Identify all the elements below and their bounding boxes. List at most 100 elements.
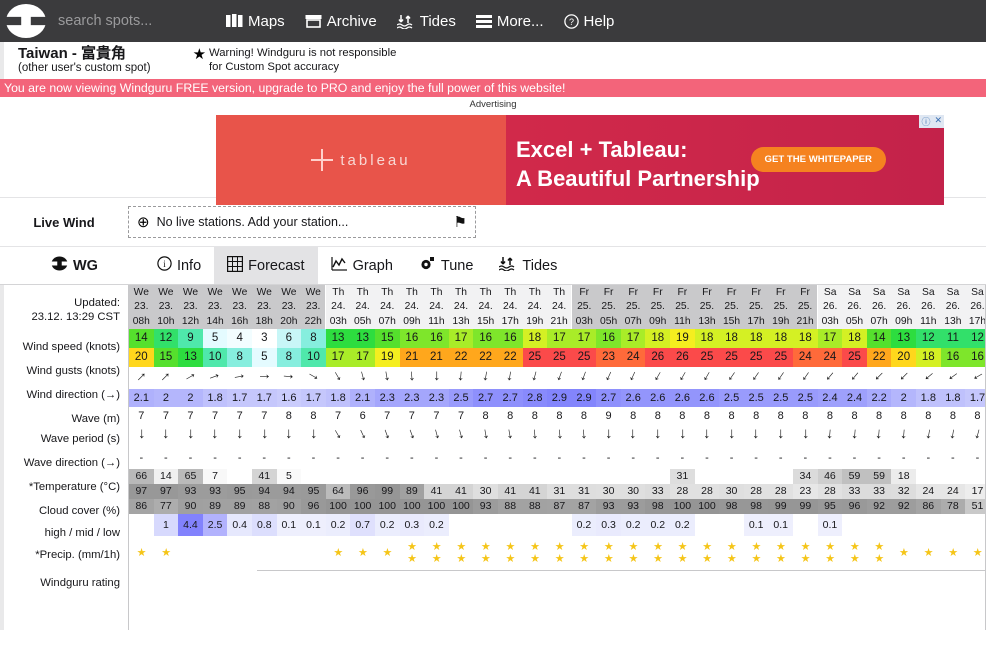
flag-icon[interactable]: ⚑ xyxy=(454,213,467,231)
cloud-low-cell: 100 xyxy=(399,499,425,514)
nav-item-tides[interactable]: Tides xyxy=(387,0,466,42)
wind-arrow-icon: ↑ xyxy=(304,369,323,384)
cloud-mid-cell: 28 xyxy=(768,484,794,499)
cloud-low-cell: 96 xyxy=(301,499,326,514)
tab-label-graph: Graph xyxy=(352,257,393,274)
tab-wg[interactable]: WG xyxy=(38,247,144,284)
temperature-cell: - xyxy=(508,452,513,464)
day-cell: We xyxy=(178,285,203,300)
wind-arrow-icon: ↑ xyxy=(899,425,909,444)
tab-tune[interactable]: Tune xyxy=(406,247,487,284)
cloud-low-cell: 88 xyxy=(522,499,548,514)
tab-label-tides: Tides xyxy=(522,257,558,274)
archive-icon xyxy=(305,14,322,28)
nav-item-help[interactable]: ? Help xyxy=(554,0,625,42)
forecast-grid[interactable]: We We We We We We We We Th Th Th Th Th Th Th Th Th Th Fr Fr… xyxy=(128,285,986,630)
wind-arrow-icon: ↑ xyxy=(355,425,370,444)
wave-cell: 2.1 xyxy=(129,389,154,407)
cloud-low-cell: 98 xyxy=(645,499,671,514)
tab-graph[interactable]: Graph xyxy=(318,247,406,284)
hour-cell: 20h xyxy=(276,314,302,329)
wave-direction-cell: ↑ xyxy=(670,425,695,447)
date-cell: 24. xyxy=(473,300,498,314)
wind-arrow-icon: ↑ xyxy=(432,368,441,385)
precip-cell: 0.2 xyxy=(424,514,449,536)
wind-arrow-icon: ↑ xyxy=(280,372,298,381)
wind-direction-cell: ↑ xyxy=(621,367,646,389)
nav-item-maps[interactable]: Maps xyxy=(216,0,295,42)
date-cell: 26. xyxy=(866,300,892,314)
ad-info-icon[interactable]: ⓘ xyxy=(919,115,932,128)
rating-cell: ★ xyxy=(916,536,941,570)
wave-direction-cell: ↑ xyxy=(154,425,179,447)
temperature-cell: - xyxy=(951,452,955,464)
wind-arrow-icon: ↑ xyxy=(137,426,146,443)
hour-cell: 05h xyxy=(350,314,375,329)
wind-arrow-icon: ↑ xyxy=(650,367,666,386)
day-cell: Th xyxy=(325,285,351,300)
wave-period-cell: 8 xyxy=(580,410,588,422)
wave-period-cell: 8 xyxy=(482,410,489,422)
nav-item-archive[interactable]: Archive xyxy=(295,0,387,42)
wind-gust-cell: 26 xyxy=(645,348,671,367)
wind-direction-cell: ↑ xyxy=(842,367,867,389)
tab-label-tune: Tune xyxy=(440,257,474,274)
wind-arrow-icon: ↑ xyxy=(772,367,789,386)
wind-direction-cell: ↑ xyxy=(326,367,351,389)
precip-cell: 4.4 xyxy=(178,514,203,536)
hour-cell: 14h xyxy=(202,314,228,329)
tab-info[interactable]: i Info xyxy=(144,247,214,284)
wind-arrow-icon: ↑ xyxy=(330,425,346,444)
windguru-logo-icon[interactable] xyxy=(6,4,46,38)
label-wave: Wave (m) xyxy=(71,413,120,425)
date-cell: 23. xyxy=(251,300,277,314)
hour-cell: 13h xyxy=(448,314,474,329)
plus-icon[interactable]: ⊕ xyxy=(137,213,150,231)
wind-direction-cell: ↑ xyxy=(400,367,425,389)
cloud-high-cell: 7 xyxy=(202,469,228,484)
cloud-high-cell xyxy=(374,469,400,484)
day-cell: Fr xyxy=(743,285,769,300)
wind-gust-cell: 26 xyxy=(670,348,695,367)
ad-choices-controls[interactable]: ⓘ ✕ xyxy=(919,115,944,128)
row-date: 23. 23. 23. 23. 23. 23. 23. 23. 24. 24. 24. 24. 24. 2… xyxy=(129,300,985,314)
ad-cta-button[interactable]: GET THE WHITEPAPER xyxy=(750,147,886,172)
cloud-high-cell: 46 xyxy=(817,469,843,484)
tab-label-info: Info xyxy=(176,257,202,274)
tableau-logo-icon: tableau xyxy=(311,149,410,171)
ad-banner[interactable]: tableau Excel + Tableau: A Beautiful Par… xyxy=(216,115,944,205)
search-input[interactable] xyxy=(58,13,208,29)
close-icon[interactable]: ✕ xyxy=(932,115,944,128)
wind-speed-cell: 16 xyxy=(399,329,425,348)
precip-cell xyxy=(547,514,572,536)
cloud-mid-cell: 28 xyxy=(670,484,695,499)
cloud-low-cell: 87 xyxy=(547,499,572,514)
rating-cell: ★ xyxy=(891,536,916,570)
rating-cell: ★ ★ xyxy=(670,536,695,570)
cloud-high-cell: 59 xyxy=(866,469,892,484)
wind-direction-cell: ↑ xyxy=(965,367,985,389)
cloud-low-cell: 89 xyxy=(227,499,252,514)
cloud-high-cell xyxy=(620,469,646,484)
row-cloud-low: 86 77 90 89 89 88 90 96 100 100 100 100 100 100 93 88 88… xyxy=(129,499,985,514)
wind-direction-cell: ↑ xyxy=(719,367,744,389)
live-wind-box[interactable]: ⊕ No live stations. Add your station... … xyxy=(128,206,476,238)
precip-cell: 0.3 xyxy=(399,514,425,536)
cloud-mid-cell: 30 xyxy=(596,484,621,499)
wave-period-cell: 8 xyxy=(703,410,711,422)
wave-cell: 2.5 xyxy=(768,389,794,407)
date-cell: 26. xyxy=(965,300,985,314)
cloud-mid-cell: 23 xyxy=(793,484,818,499)
tab-forecast[interactable]: Forecast xyxy=(214,247,318,284)
wave-cell: 2.5 xyxy=(793,389,818,407)
row-precipitation: 1 4.4 2.5 0.4 0.8 0.1 0.1 0.2 0.7 0.2 0.3 0.2 0.2 0.3… xyxy=(129,514,985,536)
wind-gust-cell: 24 xyxy=(817,348,843,367)
wave-cell: 2 xyxy=(891,389,916,407)
rating-cell: ★ ★ xyxy=(793,536,818,570)
tab-tides[interactable]: Tides xyxy=(486,247,570,284)
pro-upgrade-banner[interactable]: You are now viewing Windguru FREE versio… xyxy=(0,79,986,97)
ad-headline-line-2: A Beautiful Partnership xyxy=(516,166,760,192)
nav-item-more[interactable]: More... xyxy=(466,0,554,42)
svg-text:?: ? xyxy=(569,17,574,27)
hour-cell: 11h xyxy=(670,314,695,329)
